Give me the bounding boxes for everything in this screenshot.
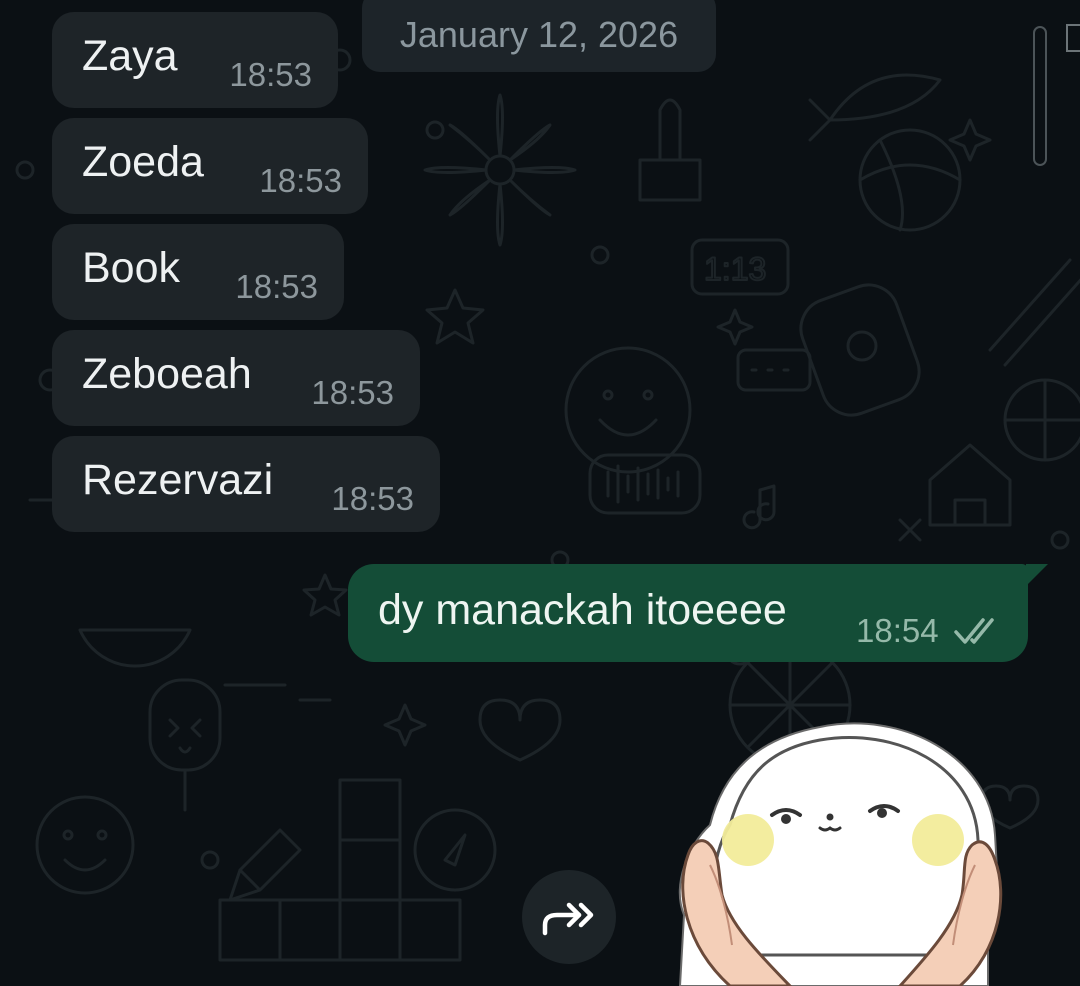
svg-text:1:13: 1:13	[704, 251, 766, 287]
incoming-message-bubble[interactable]: Zaya 18:53	[52, 12, 338, 108]
message-text: Book	[82, 244, 181, 292]
message-time: 18:54	[856, 612, 939, 649]
scrollbar[interactable]	[1033, 26, 1047, 166]
message-time: 18:53	[235, 268, 318, 305]
outgoing-message-bubble[interactable]: dy manackah itoeeee 18:54	[348, 564, 1048, 662]
forward-button[interactable]	[522, 870, 616, 964]
message-text: dy manackah itoeeee	[378, 586, 787, 634]
message-text: Rezervazi	[82, 456, 274, 504]
edge-handle	[1066, 24, 1080, 52]
incoming-message-bubble[interactable]: Book 18:53	[52, 224, 344, 320]
message-time: 18:53	[229, 56, 312, 93]
incoming-message-bubble[interactable]: Zoeda 18:53	[52, 118, 368, 214]
incoming-message-bubble[interactable]: Rezervazi 18:53	[52, 436, 440, 532]
white-seal-sticker[interactable]	[670, 715, 1020, 986]
bubble-tail	[1026, 564, 1048, 586]
message-text: Zeboeah	[82, 350, 252, 398]
message-time: 18:53	[311, 374, 394, 411]
message-time: 18:53	[259, 162, 342, 199]
incoming-message-bubble[interactable]: Zeboeah 18:53	[52, 330, 420, 426]
message-text: Zaya	[82, 32, 178, 80]
double-check-icon	[954, 618, 994, 644]
message-text: Zoeda	[82, 138, 204, 186]
date-divider: January 12, 2026	[362, 0, 716, 72]
forward-icon	[542, 902, 594, 936]
date-divider-label: January 12, 2026	[399, 14, 679, 55]
message-time: 18:53	[331, 480, 414, 517]
chat-screen: 1:13 January 12, 2026 Zaya 18:53 Zoeda 1…	[0, 0, 1080, 986]
